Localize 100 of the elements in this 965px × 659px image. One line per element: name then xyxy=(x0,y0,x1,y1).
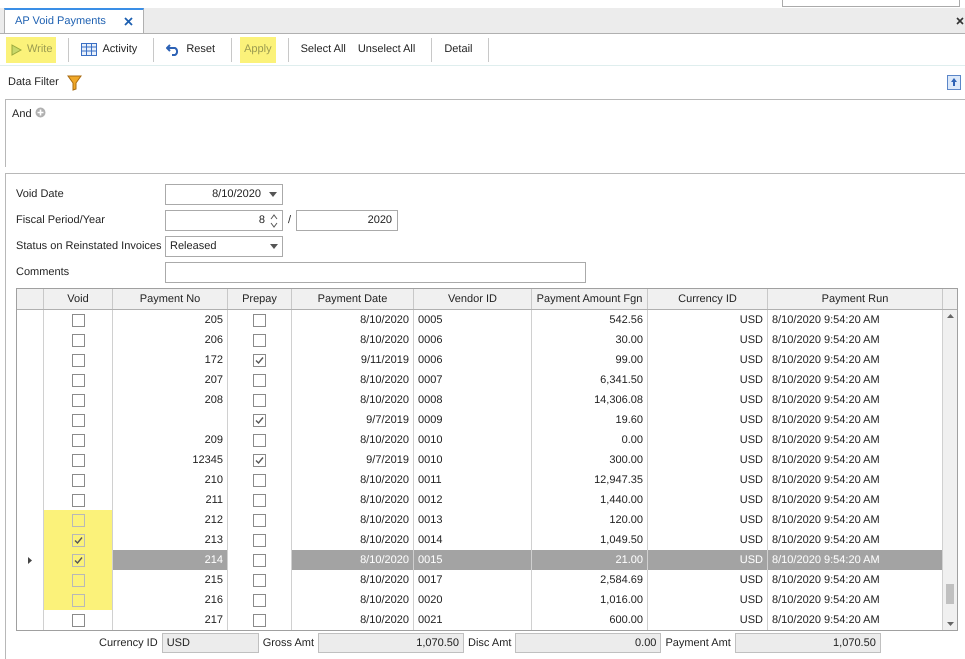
checkbox[interactable] xyxy=(72,514,84,526)
column-header[interactable]: Currency ID xyxy=(648,289,768,309)
total-field: 1,070.50 xyxy=(318,633,464,653)
table-cell: 8/10/2020 xyxy=(292,510,414,530)
table-cell: USD xyxy=(648,410,768,430)
table-cell: 8/10/2020 xyxy=(292,330,414,350)
table-cell: 0006 xyxy=(414,350,532,370)
table-cell: 209 xyxy=(113,430,228,450)
checkbox[interactable] xyxy=(253,374,266,386)
close-icon[interactable] xyxy=(956,17,964,25)
caret-icon xyxy=(270,244,278,249)
vertical-scrollbar[interactable] xyxy=(943,310,957,630)
field-label: Status on Reinstated Invoices xyxy=(16,239,163,254)
table-cell: 99.00 xyxy=(532,350,648,370)
spinner-arrows-icon[interactable] xyxy=(270,214,278,228)
checkbox[interactable] xyxy=(253,534,266,546)
checkbox[interactable] xyxy=(72,594,84,606)
total-label: Currency ID xyxy=(99,636,158,651)
document-tab[interactable]: AP Void Payments xyxy=(4,8,144,33)
checkbox[interactable] xyxy=(72,494,84,506)
table-cell: 0017 xyxy=(414,570,532,590)
filter-operator[interactable]: And xyxy=(12,106,32,122)
checkbox[interactable] xyxy=(253,314,266,326)
checkbox[interactable] xyxy=(253,494,266,506)
checkbox[interactable] xyxy=(253,594,266,606)
toolbar-button[interactable]: Unselect All xyxy=(354,36,420,62)
scrollbar-thumb[interactable] xyxy=(946,584,954,604)
column-header[interactable]: Payment Run xyxy=(768,289,943,309)
checkbox[interactable] xyxy=(72,354,84,366)
year-field[interactable]: 2020 xyxy=(296,210,398,231)
funnel-icon[interactable] xyxy=(66,74,82,90)
column-header[interactable]: Vendor ID xyxy=(414,289,532,309)
field-label: Void Date xyxy=(16,187,65,202)
table-cell: USD xyxy=(648,550,768,570)
table-cell: 211 xyxy=(113,490,228,510)
checkbox[interactable] xyxy=(253,434,266,446)
checkbox[interactable] xyxy=(72,534,84,546)
checkbox[interactable] xyxy=(253,334,266,346)
checkbox[interactable] xyxy=(72,334,84,346)
total-field: 0.00 xyxy=(515,633,662,653)
table-cell: USD xyxy=(648,350,768,370)
checkbox[interactable] xyxy=(72,554,84,566)
column-header[interactable]: Payment No xyxy=(113,289,228,309)
table-cell: 12345 xyxy=(113,450,228,470)
checkbox[interactable] xyxy=(253,354,266,366)
column-header[interactable]: Payment Amount Fgn xyxy=(532,289,648,309)
caret-icon xyxy=(269,192,277,197)
toolbar-button[interactable]: Reset xyxy=(162,36,220,62)
table-cell: USD xyxy=(648,570,768,590)
plus-circle-icon[interactable] xyxy=(34,107,46,118)
checkbox[interactable] xyxy=(72,454,84,466)
checkbox[interactable] xyxy=(72,314,84,326)
checkbox[interactable] xyxy=(72,434,84,446)
checkbox[interactable] xyxy=(253,394,266,406)
checkbox[interactable] xyxy=(253,554,266,566)
table-cell: 30.00 xyxy=(532,330,648,350)
column-header[interactable]: Void xyxy=(44,289,113,309)
column-header[interactable]: Payment Date xyxy=(292,289,414,309)
checkbox[interactable] xyxy=(72,614,84,626)
checkbox[interactable] xyxy=(253,514,266,526)
period-spinner[interactable]: 8 xyxy=(165,210,283,231)
table-cell: 9/7/2019 xyxy=(292,450,414,470)
comments-field[interactable] xyxy=(165,262,586,283)
table-cell: 0008 xyxy=(414,390,532,410)
checkbox[interactable] xyxy=(253,574,266,586)
total-field: USD xyxy=(162,633,259,653)
close-icon[interactable] xyxy=(124,17,133,26)
table-cell: 0006 xyxy=(414,330,532,350)
checkbox[interactable] xyxy=(253,474,266,486)
checkbox[interactable] xyxy=(72,474,84,486)
table-cell: 2,584.69 xyxy=(532,570,648,590)
toolbar-button[interactable]: Activity xyxy=(77,36,142,62)
table-cell: 8/10/2020 xyxy=(292,390,414,410)
checkbox[interactable] xyxy=(253,454,266,466)
table-cell: 1,440.00 xyxy=(532,490,648,510)
toolbar-button[interactable]: Detail xyxy=(440,36,476,62)
table-cell: 8/10/2020 xyxy=(292,570,414,590)
table-cell: USD xyxy=(648,590,768,610)
table-cell: USD xyxy=(648,510,768,530)
field-label: Comments xyxy=(16,265,70,280)
checkbox[interactable] xyxy=(72,574,84,586)
checkbox[interactable] xyxy=(72,374,84,386)
total-label: Disc Amt xyxy=(468,636,512,651)
checkbox[interactable] xyxy=(72,414,84,426)
scroll-down-icon[interactable] xyxy=(946,622,954,626)
search-field[interactable] xyxy=(782,0,960,7)
upload-icon[interactable] xyxy=(947,75,961,90)
table-cell: 0007 xyxy=(414,370,532,390)
checkbox[interactable] xyxy=(253,414,266,426)
checkbox[interactable] xyxy=(253,614,266,626)
scroll-up-icon[interactable] xyxy=(946,314,954,318)
table-cell: 0013 xyxy=(414,510,532,530)
table-cell: USD xyxy=(648,430,768,450)
checkbox[interactable] xyxy=(72,394,84,406)
field-label: Fiscal Period/Year xyxy=(16,213,106,228)
date-dropdown[interactable]: 8/10/2020 xyxy=(165,184,283,205)
table-cell: 300.00 xyxy=(532,450,648,470)
column-header[interactable]: Prepay xyxy=(228,289,292,309)
toolbar-button[interactable]: Select All xyxy=(296,36,350,62)
status-dropdown[interactable]: Released xyxy=(165,236,283,257)
